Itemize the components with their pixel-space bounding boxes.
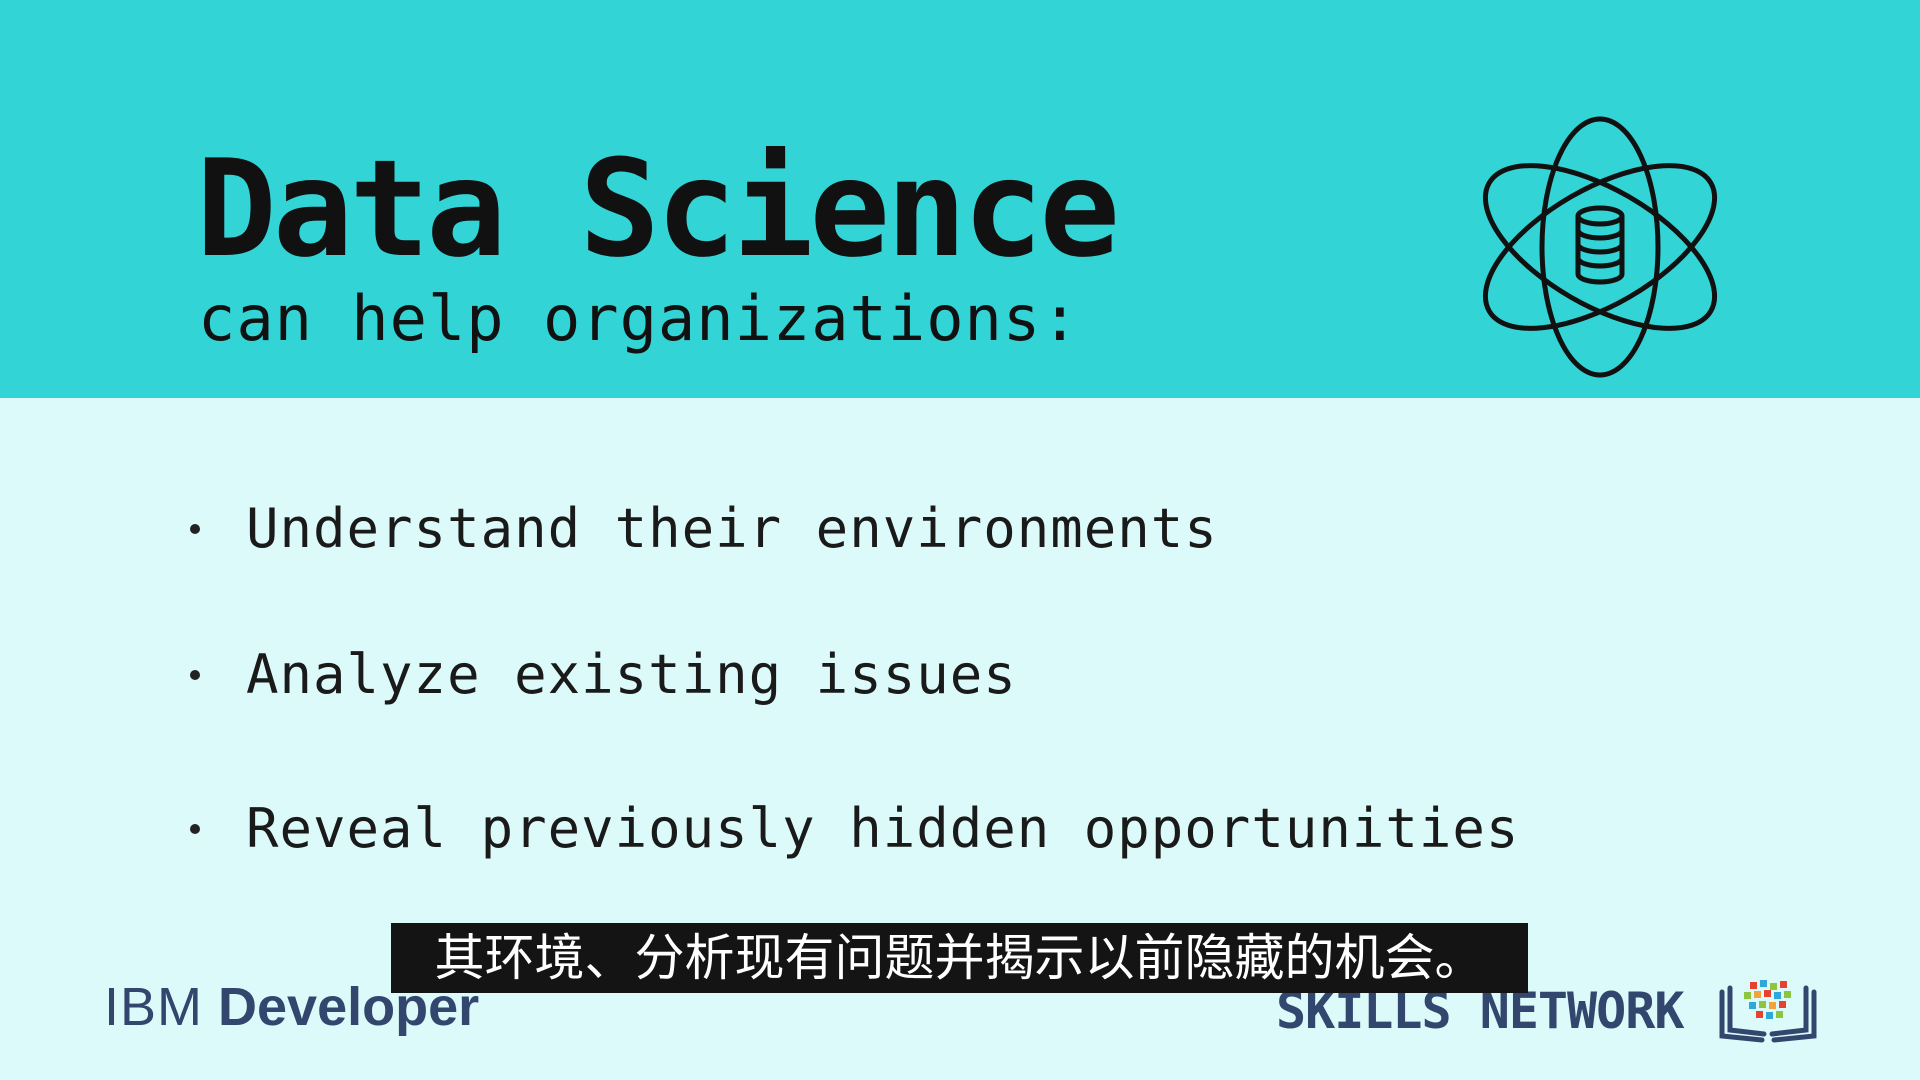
skills-network-logo: SKILLS NETWORK: [1276, 982, 1684, 1040]
open-book-icon: [1719, 980, 1817, 1043]
subtitle-caption: 其环境、分析现有问题并揭示以前隐藏的机会。: [391, 923, 1528, 993]
bullet-dot: [190, 824, 200, 834]
ibm-logo-ibm: IBM: [104, 977, 204, 1037]
bullet-dot: [190, 670, 200, 680]
bullet-item: Reveal previously hidden opportunities: [190, 802, 1519, 856]
bullet-item: Analyze existing issues: [190, 648, 1017, 702]
slide: Data Science can help organizations: Und…: [0, 0, 1920, 1080]
bullet-dot: [190, 524, 200, 534]
colorful-dots: [1744, 980, 1791, 1019]
bullet-text: Analyze existing issues: [246, 643, 1017, 706]
bullet-text: Understand their environments: [246, 497, 1218, 560]
bullet-list: Understand their environments Analyze ex…: [190, 0, 1690, 1080]
bullet-item: Understand their environments: [190, 502, 1218, 556]
bullet-text: Reveal previously hidden opportunities: [246, 797, 1520, 860]
